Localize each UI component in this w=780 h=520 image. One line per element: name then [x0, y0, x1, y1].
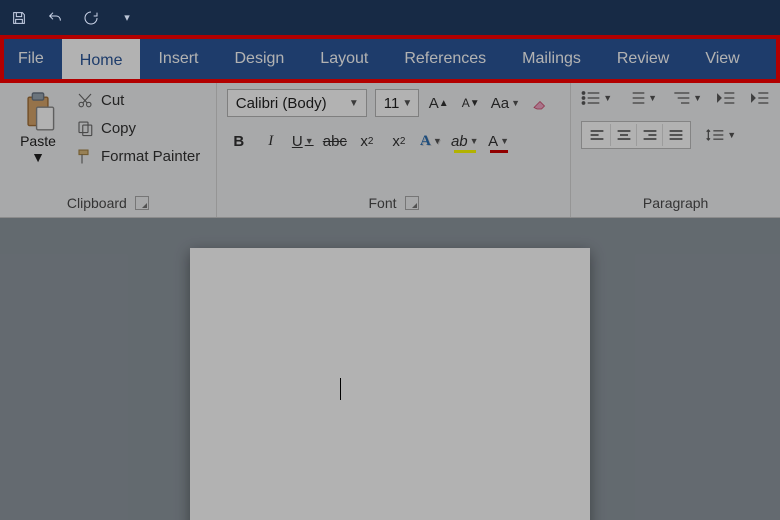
tab-mailings[interactable]: Mailings — [504, 35, 599, 83]
redo-icon[interactable] — [82, 9, 100, 27]
format-painter-icon — [76, 147, 94, 165]
tab-review[interactable]: Review — [599, 35, 687, 83]
group-label-clipboard: Clipboard — [67, 195, 127, 211]
clear-formatting-button[interactable] — [528, 91, 552, 115]
copy-button[interactable]: Copy — [76, 119, 200, 137]
ribbon-tabs: File Home Insert Design Layout Reference… — [0, 35, 780, 83]
change-case-button[interactable]: Aa▼ — [491, 91, 520, 115]
eraser-icon — [531, 94, 549, 112]
font-name-value: Calibri (Body) — [236, 95, 327, 112]
format-painter-label: Format Painter — [101, 148, 200, 165]
tab-file[interactable]: File — [0, 35, 62, 83]
document-canvas — [0, 218, 780, 520]
chevron-down-icon[interactable]: ▼ — [399, 98, 415, 109]
text-effects-button[interactable]: A▼ — [419, 129, 443, 153]
tab-view[interactable]: View — [687, 35, 757, 83]
group-label-font: Font — [368, 195, 396, 211]
alignment-buttons — [581, 121, 691, 149]
paste-label: Paste — [20, 133, 56, 149]
tab-insert[interactable]: Insert — [140, 35, 216, 83]
cut-label: Cut — [101, 92, 124, 109]
ribbon: Paste ▼ Cut Copy Format Painter Clipbo — [0, 83, 780, 218]
align-justify-button[interactable] — [662, 124, 688, 146]
grow-font-button[interactable]: A▲ — [427, 91, 451, 115]
cut-icon — [76, 91, 94, 109]
title-bar: ▾ — [0, 0, 780, 35]
numbering-button[interactable]: ▼ — [626, 89, 657, 107]
bullets-button[interactable]: ▼ — [581, 89, 612, 107]
multilevel-list-button[interactable]: ▼ — [671, 89, 702, 107]
clipboard-dialog-launcher-icon[interactable] — [135, 196, 149, 210]
strikethrough-button[interactable]: abc — [323, 129, 347, 153]
font-dialog-launcher-icon[interactable] — [405, 196, 419, 210]
cut-button[interactable]: Cut — [76, 91, 200, 109]
font-color-button[interactable]: A▼ — [487, 129, 511, 153]
chevron-down-icon[interactable]: ▼ — [31, 149, 45, 165]
tab-design[interactable]: Design — [216, 35, 302, 83]
save-icon[interactable] — [10, 9, 28, 27]
paste-button[interactable]: Paste ▼ — [10, 89, 66, 193]
chevron-down-icon[interactable]: ▼ — [346, 98, 362, 109]
align-center-button[interactable] — [610, 124, 636, 146]
text-cursor — [340, 378, 341, 400]
highlight-button[interactable]: ab▼ — [451, 129, 479, 153]
superscript-button[interactable]: x2 — [387, 129, 411, 153]
align-left-button[interactable] — [584, 124, 610, 146]
copy-icon — [76, 119, 94, 137]
group-clipboard: Paste ▼ Cut Copy Format Painter Clipbo — [0, 83, 217, 217]
subscript-button[interactable]: x2 — [355, 129, 379, 153]
align-right-button[interactable] — [636, 124, 662, 146]
group-font: Calibri (Body) ▼ 11 ▼ A▲ A▼ Aa▼ B I U▼ a… — [217, 83, 571, 217]
tab-home[interactable]: Home — [62, 39, 141, 83]
font-name-combo[interactable]: Calibri (Body) ▼ — [227, 89, 367, 117]
group-label-paragraph: Paragraph — [643, 195, 708, 211]
undo-icon[interactable] — [46, 9, 64, 27]
tab-layout[interactable]: Layout — [302, 35, 386, 83]
format-painter-button[interactable]: Format Painter — [76, 147, 200, 165]
paste-icon — [21, 89, 55, 131]
bold-button[interactable]: B — [227, 129, 251, 153]
copy-label: Copy — [101, 120, 136, 137]
group-paragraph: ▼ ▼ ▼ — [571, 83, 780, 217]
tab-references[interactable]: References — [386, 35, 504, 83]
line-spacing-button[interactable]: ▼ — [705, 126, 736, 144]
italic-button[interactable]: I — [259, 129, 283, 153]
qat-customize-icon[interactable]: ▾ — [118, 9, 136, 27]
font-size-value: 11 — [384, 95, 400, 112]
increase-indent-button[interactable] — [750, 89, 770, 107]
font-size-combo[interactable]: 11 ▼ — [375, 89, 419, 117]
shrink-font-button[interactable]: A▼ — [459, 91, 483, 115]
underline-button[interactable]: U▼ — [291, 129, 315, 153]
document-page[interactable] — [190, 248, 590, 520]
decrease-indent-button[interactable] — [716, 89, 736, 107]
